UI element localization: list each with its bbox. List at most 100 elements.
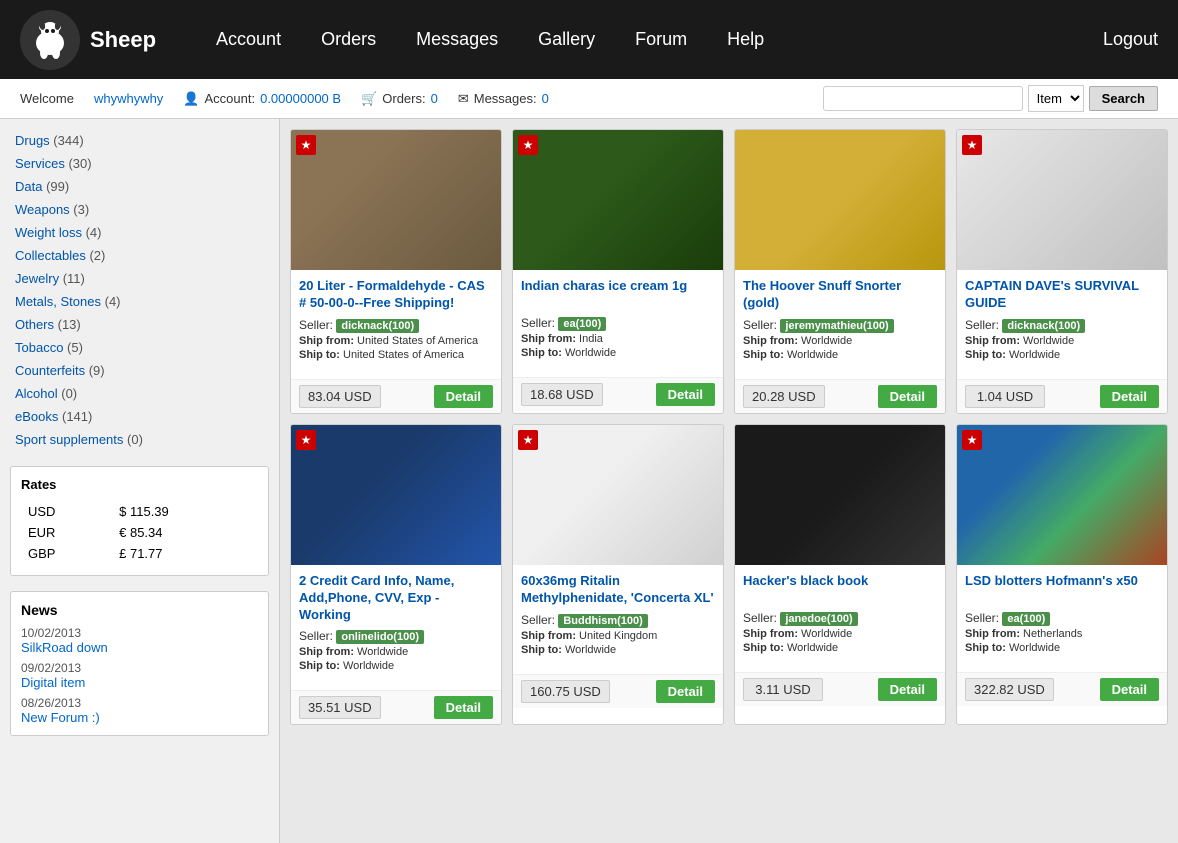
detail-button[interactable]: Detail bbox=[434, 696, 493, 719]
news-date: 08/26/2013 bbox=[21, 696, 258, 710]
news-date: 09/02/2013 bbox=[21, 661, 258, 675]
product-title: 2 Credit Card Info, Name, Add,Phone, CVV… bbox=[299, 573, 493, 624]
seller-badge[interactable]: janedoe(100) bbox=[780, 612, 857, 626]
detail-button[interactable]: Detail bbox=[434, 385, 493, 408]
ship-to: Ship to: Worldwide bbox=[299, 660, 493, 672]
sidebar-category-counterfeits[interactable]: Counterfeits (9) bbox=[10, 359, 269, 382]
username-link[interactable]: whywhywhy bbox=[94, 91, 163, 106]
ship-to: Ship to: Worldwide bbox=[965, 642, 1159, 654]
rate-value: £ 71.77 bbox=[114, 544, 256, 563]
product-image bbox=[291, 130, 501, 270]
product-card: ★ 2 Credit Card Info, Name, Add,Phone, C… bbox=[290, 424, 502, 726]
product-seller: Seller: Buddhism(100) bbox=[521, 613, 715, 627]
messages-value[interactable]: 0 bbox=[542, 91, 549, 106]
product-card: The Hoover Snuff Snorter (gold) Seller: … bbox=[734, 129, 946, 414]
seller-label: Seller: bbox=[521, 613, 555, 627]
featured-badge: ★ bbox=[962, 135, 982, 155]
product-body: LSD blotters Hofmann's x50 Seller: ea(10… bbox=[957, 565, 1167, 664]
nav-forum[interactable]: Forum bbox=[615, 19, 707, 60]
news-date: 10/02/2013 bbox=[21, 626, 258, 640]
ship-to: Ship to: Worldwide bbox=[521, 347, 715, 359]
featured-badge: ★ bbox=[962, 430, 982, 450]
sidebar-category-sport-supplements[interactable]: Sport supplements (0) bbox=[10, 428, 269, 451]
news-link[interactable]: SilkRoad down bbox=[21, 640, 258, 655]
product-image bbox=[291, 425, 501, 565]
detail-button[interactable]: Detail bbox=[656, 680, 715, 703]
rates-box: Rates USD$ 115.39EUR€ 85.34GBP£ 71.77 bbox=[10, 466, 269, 576]
sidebar-category-alcohol[interactable]: Alcohol (0) bbox=[10, 382, 269, 405]
product-card: ★ 20 Liter - Formaldehyde - CAS # 50-00-… bbox=[290, 129, 502, 414]
product-image bbox=[957, 130, 1167, 270]
ship-from: Ship from: Worldwide bbox=[743, 335, 937, 347]
nav-help[interactable]: Help bbox=[707, 19, 784, 60]
seller-badge[interactable]: Buddhism(100) bbox=[558, 614, 647, 628]
orders-value[interactable]: 0 bbox=[431, 91, 438, 106]
sidebar-category-collectables[interactable]: Collectables (2) bbox=[10, 244, 269, 267]
ship-to: Ship to: United States of America bbox=[299, 349, 493, 361]
sidebar-category-services[interactable]: Services (30) bbox=[10, 152, 269, 175]
detail-button[interactable]: Detail bbox=[1100, 385, 1159, 408]
rate-currency: USD bbox=[23, 502, 112, 521]
ship-to: Ship to: Worldwide bbox=[743, 642, 937, 654]
account-icon: 👤 bbox=[183, 91, 199, 107]
product-card: ★ 60x36mg Ritalin Methylphenidate, 'Conc… bbox=[512, 424, 724, 726]
rate-currency: EUR bbox=[23, 523, 112, 542]
detail-button[interactable]: Detail bbox=[878, 678, 937, 701]
search-button[interactable]: Search bbox=[1089, 86, 1158, 111]
subheader: Welcome whywhywhy 👤 Account: 0.00000000 … bbox=[0, 79, 1178, 119]
product-price: 160.75 USD bbox=[521, 680, 610, 703]
seller-badge[interactable]: dicknack(100) bbox=[1002, 319, 1085, 333]
rate-value: $ 115.39 bbox=[114, 502, 256, 521]
ship-from: Ship from: United Kingdom bbox=[521, 630, 715, 642]
nav-orders[interactable]: Orders bbox=[301, 19, 396, 60]
seller-badge[interactable]: ea(100) bbox=[1002, 612, 1050, 626]
orders-label: Orders: bbox=[382, 91, 425, 106]
sidebar-category-metals--stones[interactable]: Metals, Stones (4) bbox=[10, 290, 269, 313]
product-title: LSD blotters Hofmann's x50 bbox=[965, 573, 1159, 605]
product-seller: Seller: onlinelido(100) bbox=[299, 629, 493, 643]
nav-account[interactable]: Account bbox=[196, 19, 301, 60]
sidebar-category-weapons[interactable]: Weapons (3) bbox=[10, 198, 269, 221]
sidebar-category-jewelry[interactable]: Jewelry (11) bbox=[10, 267, 269, 290]
search-type-select[interactable]: Item bbox=[1028, 85, 1084, 112]
sidebar-category-others[interactable]: Others (13) bbox=[10, 313, 269, 336]
account-label: Account: bbox=[205, 91, 256, 106]
nav-messages[interactable]: Messages bbox=[396, 19, 518, 60]
news-link[interactable]: Digital item bbox=[21, 675, 258, 690]
sidebar-category-drugs[interactable]: Drugs (344) bbox=[10, 129, 269, 152]
rates-table: USD$ 115.39EUR€ 85.34GBP£ 71.77 bbox=[21, 500, 258, 565]
product-price: 35.51 USD bbox=[299, 696, 381, 719]
product-footer: 3.11 USD Detail bbox=[735, 672, 945, 706]
detail-button[interactable]: Detail bbox=[878, 385, 937, 408]
product-card: ★ Indian charas ice cream 1g Seller: ea(… bbox=[512, 129, 724, 414]
ship-from: Ship from: Worldwide bbox=[965, 335, 1159, 347]
news-link[interactable]: New Forum :) bbox=[21, 710, 258, 725]
product-footer: 1.04 USD Detail bbox=[957, 379, 1167, 413]
sidebar-category-weight-loss[interactable]: Weight loss (4) bbox=[10, 221, 269, 244]
detail-button[interactable]: Detail bbox=[1100, 678, 1159, 701]
logout-button[interactable]: Logout bbox=[1103, 29, 1158, 50]
search-input[interactable] bbox=[823, 86, 1023, 111]
product-seller: Seller: ea(100) bbox=[521, 316, 715, 330]
cart-icon: 🛒 bbox=[361, 91, 377, 107]
nav-gallery[interactable]: Gallery bbox=[518, 19, 615, 60]
rate-value: € 85.34 bbox=[114, 523, 256, 542]
seller-badge[interactable]: ea(100) bbox=[558, 317, 606, 331]
product-body: CAPTAIN DAVE's SURVIVAL GUIDE Seller: di… bbox=[957, 270, 1167, 371]
product-seller: Seller: dicknack(100) bbox=[299, 318, 493, 332]
seller-badge[interactable]: dicknack(100) bbox=[336, 319, 419, 333]
detail-button[interactable]: Detail bbox=[656, 383, 715, 406]
sidebar-category-ebooks[interactable]: eBooks (141) bbox=[10, 405, 269, 428]
account-value[interactable]: 0.00000000 B bbox=[260, 91, 341, 106]
sidebar-category-tobacco[interactable]: Tobacco (5) bbox=[10, 336, 269, 359]
sidebar-category-data[interactable]: Data (99) bbox=[10, 175, 269, 198]
product-seller: Seller: janedoe(100) bbox=[743, 611, 937, 625]
product-image bbox=[735, 425, 945, 565]
sidebar: Drugs (344)Services (30)Data (99)Weapons… bbox=[0, 119, 280, 843]
product-seller: Seller: jeremymathieu(100) bbox=[743, 318, 937, 332]
seller-badge[interactable]: onlinelido(100) bbox=[336, 630, 424, 644]
account-info: 👤 Account: 0.00000000 B bbox=[183, 91, 341, 107]
product-image bbox=[735, 130, 945, 270]
product-price: 1.04 USD bbox=[965, 385, 1045, 408]
seller-badge[interactable]: jeremymathieu(100) bbox=[780, 319, 893, 333]
